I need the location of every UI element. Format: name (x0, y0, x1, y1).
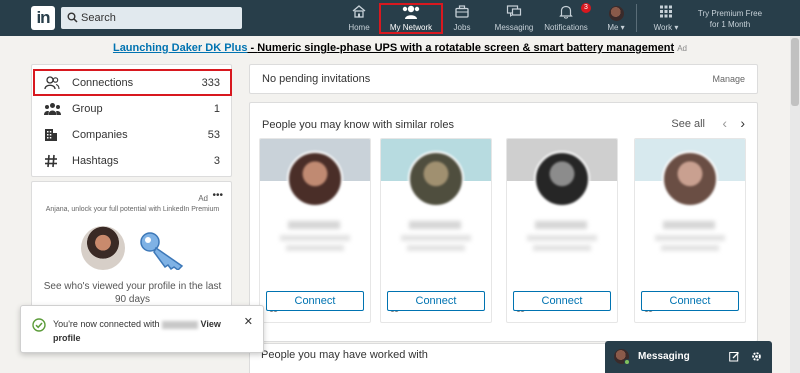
blurred-name (535, 221, 587, 229)
sidebar-item-label: Group (72, 103, 103, 115)
hashtag-icon (45, 154, 57, 168)
sidebar-item-label: Companies (72, 129, 128, 141)
more-options-icon[interactable]: ••• (212, 190, 223, 201)
nav-jobs-label: Jobs (453, 23, 471, 32)
connect-button[interactable]: Connect (266, 291, 364, 311)
sidebar-item-hashtags[interactable]: Hashtags 3 (32, 149, 232, 174)
messaging-label: Messaging (638, 351, 690, 362)
page-scrollbar[interactable] (790, 36, 800, 373)
nav-jobs[interactable]: Jobs (448, 0, 476, 36)
online-status-dot (624, 359, 630, 365)
top-nav: in Home My Network Jobs (0, 0, 800, 36)
blurred-headline (533, 245, 591, 251)
person-photo (287, 151, 343, 207)
search-input[interactable] (81, 9, 236, 27)
nav-messaging-label: Messaging (494, 23, 534, 32)
sponsored-ad-line[interactable]: Launching Daker DK Plus - Numeric single… (0, 42, 800, 54)
nav-me[interactable]: Me ▾ (601, 0, 631, 36)
sidebar-item-count: 53 (207, 129, 220, 141)
people-you-may-know: People you may know with similar roles S… (249, 102, 758, 342)
person-photo (534, 151, 590, 207)
messaging-bar[interactable]: Messaging (605, 341, 772, 373)
sidebar-item-count: 1 (213, 103, 220, 115)
gear-icon[interactable] (751, 351, 762, 362)
nav-work[interactable]: Work ▾ (649, 0, 683, 36)
profile-photo (81, 226, 125, 270)
bell-icon (559, 5, 573, 19)
blurred-name (288, 221, 340, 229)
nav-me-label: Me ▾ (607, 23, 625, 32)
search-box[interactable] (61, 7, 242, 29)
try-premium-link[interactable]: Try Premium Free for 1 Month (690, 8, 770, 30)
ad-text[interactable]: Numeric single-phase UPS with a rotatabl… (257, 42, 674, 54)
pymk-title: People you may know with similar roles (262, 119, 454, 131)
blurred-name (663, 221, 715, 229)
premium-ad-card[interactable]: Ad ••• Anjana, unlock your full potentia… (31, 181, 232, 311)
manage-link[interactable]: Manage (712, 74, 745, 84)
avatar (609, 6, 624, 21)
blurred-headline (286, 245, 344, 251)
ad-view-text: See who's viewed your profile in the las… (43, 281, 222, 305)
blurred-headline (407, 245, 465, 251)
nav-notifications[interactable]: 3 Notifications (542, 0, 591, 36)
blurred-name (409, 221, 461, 229)
ad-label: Ad (198, 194, 208, 203)
premium-line-1: Try Premium Free (697, 9, 763, 18)
blurred-headline (280, 235, 350, 241)
worked-with-title: People you may have worked with (261, 349, 428, 361)
blurred-headline (661, 245, 719, 251)
toast-text: You're now connected with (53, 319, 162, 329)
grid-icon (660, 5, 672, 18)
pending-text: No pending invitations (262, 73, 371, 85)
ad-separator: - (247, 42, 258, 54)
pending-invitations: No pending invitations Manage (249, 64, 758, 94)
compose-icon[interactable] (729, 351, 740, 362)
premium-line-2: for 1 Month (709, 20, 751, 29)
briefcase-icon (455, 5, 469, 18)
see-all-link[interactable]: See all (671, 118, 705, 130)
sidebar-item-label: Hashtags (72, 155, 119, 167)
person-photo (662, 151, 718, 207)
highlight-box-connections (33, 69, 232, 96)
ad-tag: Ad (677, 44, 688, 53)
sidebar-item-companies[interactable]: Companies 53 (32, 123, 232, 148)
group-icon (44, 103, 61, 115)
connection-toast: You're now connected with View profile ✕ (20, 305, 264, 353)
blurred-headline (655, 235, 725, 241)
nav-notifications-label: Notifications (544, 23, 588, 32)
connect-button[interactable]: Connect (513, 291, 611, 311)
nav-home-label: Home (348, 23, 370, 32)
chevron-right-icon[interactable]: › (740, 115, 745, 131)
toast-message: You're now connected with View profile (53, 317, 243, 345)
ad-subtitle: Anjana, unlock your full potential with … (45, 206, 220, 213)
home-icon (352, 5, 366, 18)
linkedin-logo[interactable]: in (31, 6, 55, 30)
nav-home[interactable]: Home (342, 0, 376, 36)
building-icon (45, 129, 57, 141)
blurred-headline (401, 235, 471, 241)
blurred-headline (527, 235, 597, 241)
chevron-left-icon[interactable]: ‹ (722, 115, 727, 131)
person-photo (408, 151, 464, 207)
check-circle-icon (32, 318, 46, 332)
scrollbar-thumb[interactable] (791, 38, 799, 106)
notifications-badge: 3 (581, 3, 591, 13)
sidebar-item-count: 3 (213, 155, 220, 167)
search-icon (67, 12, 78, 23)
messaging-icon (506, 5, 522, 17)
nav-messaging[interactable]: Messaging (494, 0, 534, 36)
nav-divider (636, 4, 637, 32)
sidebar-item-group[interactable]: Group 1 (32, 97, 232, 122)
close-icon[interactable]: ✕ (244, 315, 253, 328)
nav-work-label: Work ▾ (653, 23, 679, 32)
blurred-name (161, 320, 198, 329)
connect-button[interactable]: Connect (641, 291, 739, 311)
highlight-box-my-network (379, 3, 443, 34)
ad-title[interactable]: Launching Daker DK Plus (113, 42, 247, 54)
connect-button[interactable]: Connect (387, 291, 485, 311)
key-icon (140, 232, 184, 270)
